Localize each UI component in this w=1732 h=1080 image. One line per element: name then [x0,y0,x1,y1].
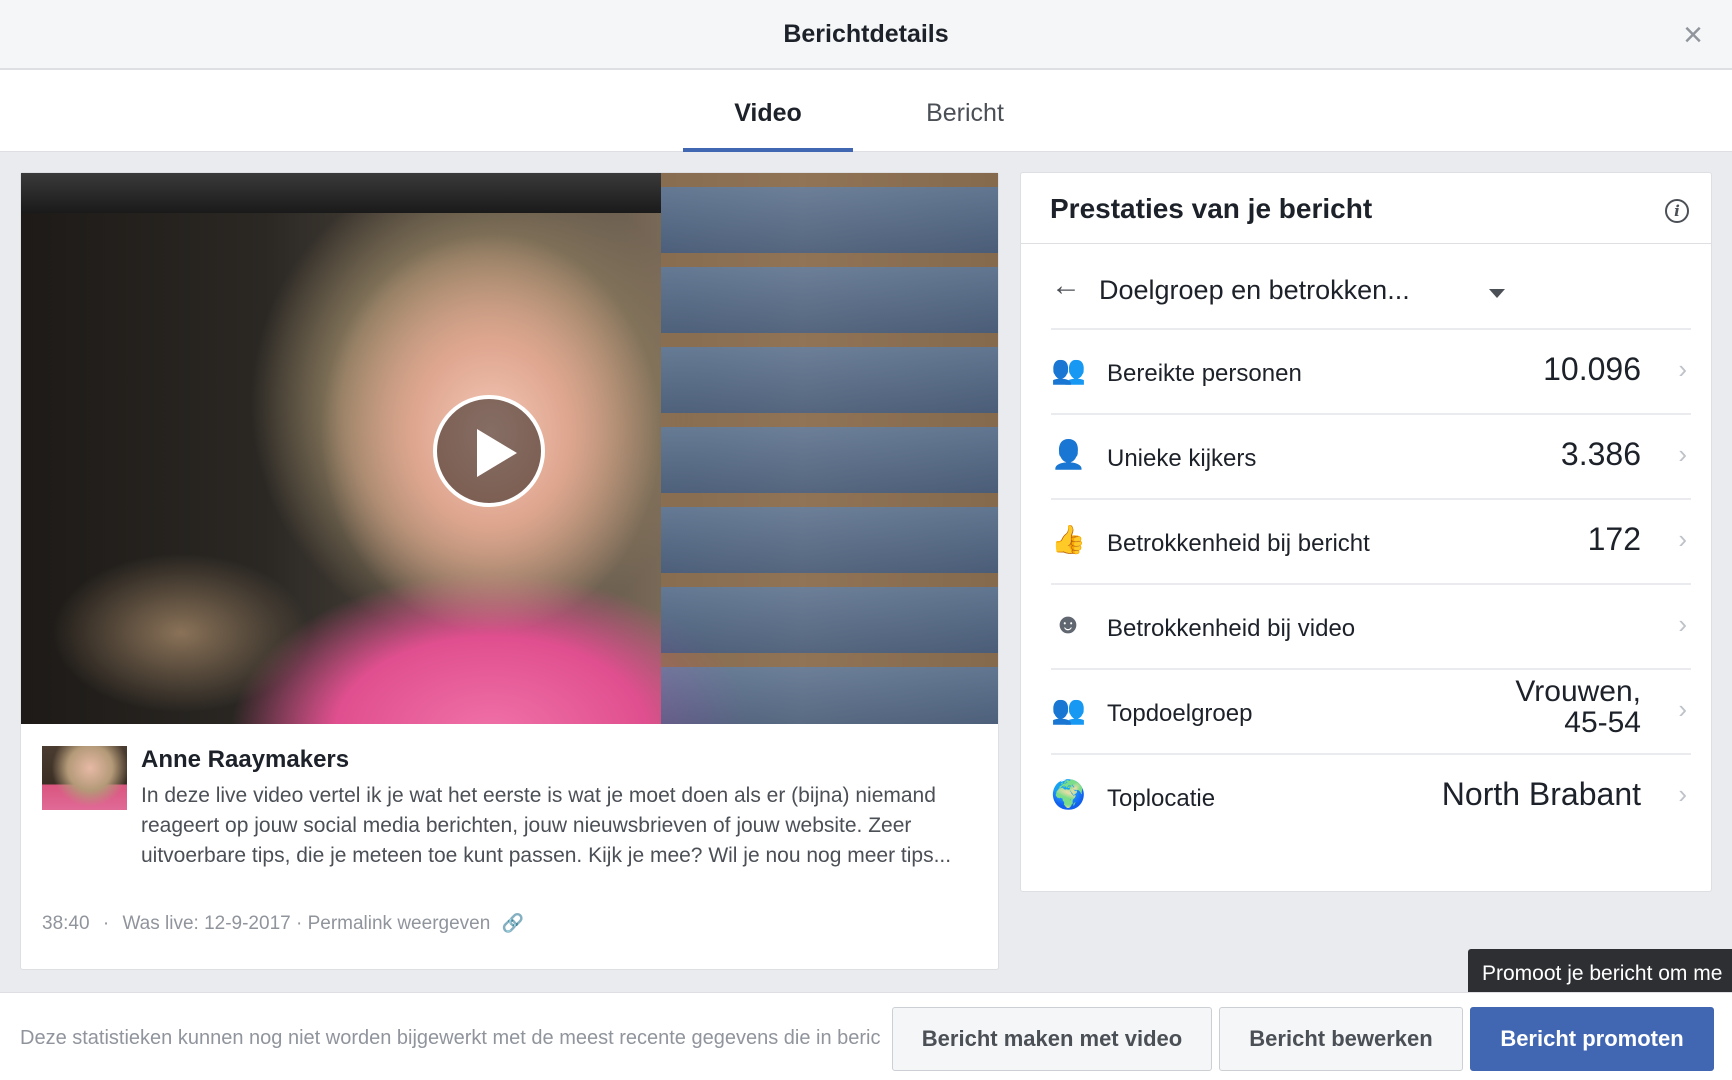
metric-label: Betrokkenheid bij video [1107,615,1356,642]
metric-unique-viewers[interactable]: 👤 Unieke kijkers 3.386 › [1051,415,1691,500]
chevron-right-icon: › [1678,779,1687,809]
dialog-footer: Deze statistieken kunnen nog niet worden… [0,992,1732,1080]
globe-icon: 🌍 [1051,779,1086,810]
chevron-right-icon: › [1678,609,1687,639]
video-duration: 38:40 [42,913,90,934]
stats-panel: Prestaties van je bericht i ← Doelgroep … [1020,172,1712,892]
metric-video-engagement[interactable]: ☻ Betrokkenheid bij video › [1051,585,1691,670]
promote-post-button[interactable]: Bericht promoten [1470,1007,1714,1071]
metric-label: Betrokkenheid bij bericht [1107,530,1370,557]
make-post-with-video-button[interactable]: Bericht maken met video [892,1007,1212,1071]
chevron-right-icon: › [1678,524,1687,554]
back-arrow-icon[interactable]: ← [1051,269,1081,303]
author-name[interactable]: Anne Raaymakers [141,746,349,774]
video-meta: 38:40 · Was live: 12-9-2017 · Permalink … [42,913,524,935]
metric-value: North Brabant [1441,776,1641,812]
metric-value: 172 [1587,521,1641,557]
tab-bericht[interactable]: Bericht [895,72,1035,152]
post-description: In deze live video vertel ik je wat het … [141,784,952,867]
tab-bar: Video Bericht [0,72,1732,152]
video-scene-floor [51,553,311,713]
play-button[interactable] [433,395,545,507]
smiley-icon: ☻ [1053,608,1083,639]
metric-reached-people[interactable]: 👥 Bereikte personen 10.096 › [1051,330,1691,415]
thumbs-up-icon: 👍 [1051,524,1086,555]
tab-video[interactable]: Video [683,72,853,152]
video-player[interactable] [21,173,998,724]
metric-value-line1: Vrouwen, [1515,675,1641,708]
dialog-title: Berichtdetails [783,20,949,48]
video-card: Anne Raaymakers In deze live video verte… [20,172,999,970]
author-thumbnail[interactable] [42,746,127,810]
metric-label: Toplocatie [1107,785,1216,812]
close-icon[interactable]: × [1678,18,1708,52]
metric-value: Vrouwen, 45-54 [1515,676,1641,738]
content-area: Anne Raaymakers In deze live video verte… [0,152,1732,992]
video-scene-ceiling [21,173,661,213]
caret-down-icon [1489,289,1505,298]
metric-top-location[interactable]: 🌍 Toplocatie North Brabant › [1051,755,1691,840]
footer-note: Deze statistieken kunnen nog niet worden… [20,1027,881,1049]
metric-value: 10.096 [1543,351,1641,387]
person-icon: 👤 [1051,439,1086,470]
metric-value-line2: 45-54 [1564,706,1641,739]
live-info-permalink[interactable]: Was live: 12-9-2017 · Permalink weergeve… [122,913,490,934]
meta-separator: · [102,913,110,934]
metric-label: Topdoelgroep [1107,700,1253,727]
dialog-header: Berichtdetails × [0,0,1732,70]
chevron-right-icon: › [1678,694,1687,724]
metric-label: Bereikte personen [1107,360,1302,387]
people-icon: 👥 [1051,354,1086,385]
stats-divider [1021,243,1711,244]
info-icon[interactable]: i [1665,199,1689,223]
chevron-right-icon: › [1678,354,1687,384]
stats-title: Prestaties van je bericht [1050,193,1373,224]
metric-top-audience[interactable]: 👥 Topdoelgroep Vrouwen, 45-54 › [1051,670,1691,755]
link-icon: 🔗 [501,913,524,933]
metric-label: Unieke kijkers [1107,445,1257,472]
group-icon: 👥 [1051,694,1086,725]
audience-selector-label: Doelgroep en betrokken... [1099,275,1410,305]
metric-post-engagement[interactable]: 👍 Betrokkenheid bij bericht 172 › [1051,500,1691,585]
metric-value: 3.386 [1560,436,1641,472]
video-scene-bookshelf [661,173,998,724]
edit-post-button[interactable]: Bericht bewerken [1219,1007,1463,1071]
audience-selector[interactable]: ← Doelgroep en betrokken... [1051,259,1691,325]
chevron-right-icon: › [1678,439,1687,469]
